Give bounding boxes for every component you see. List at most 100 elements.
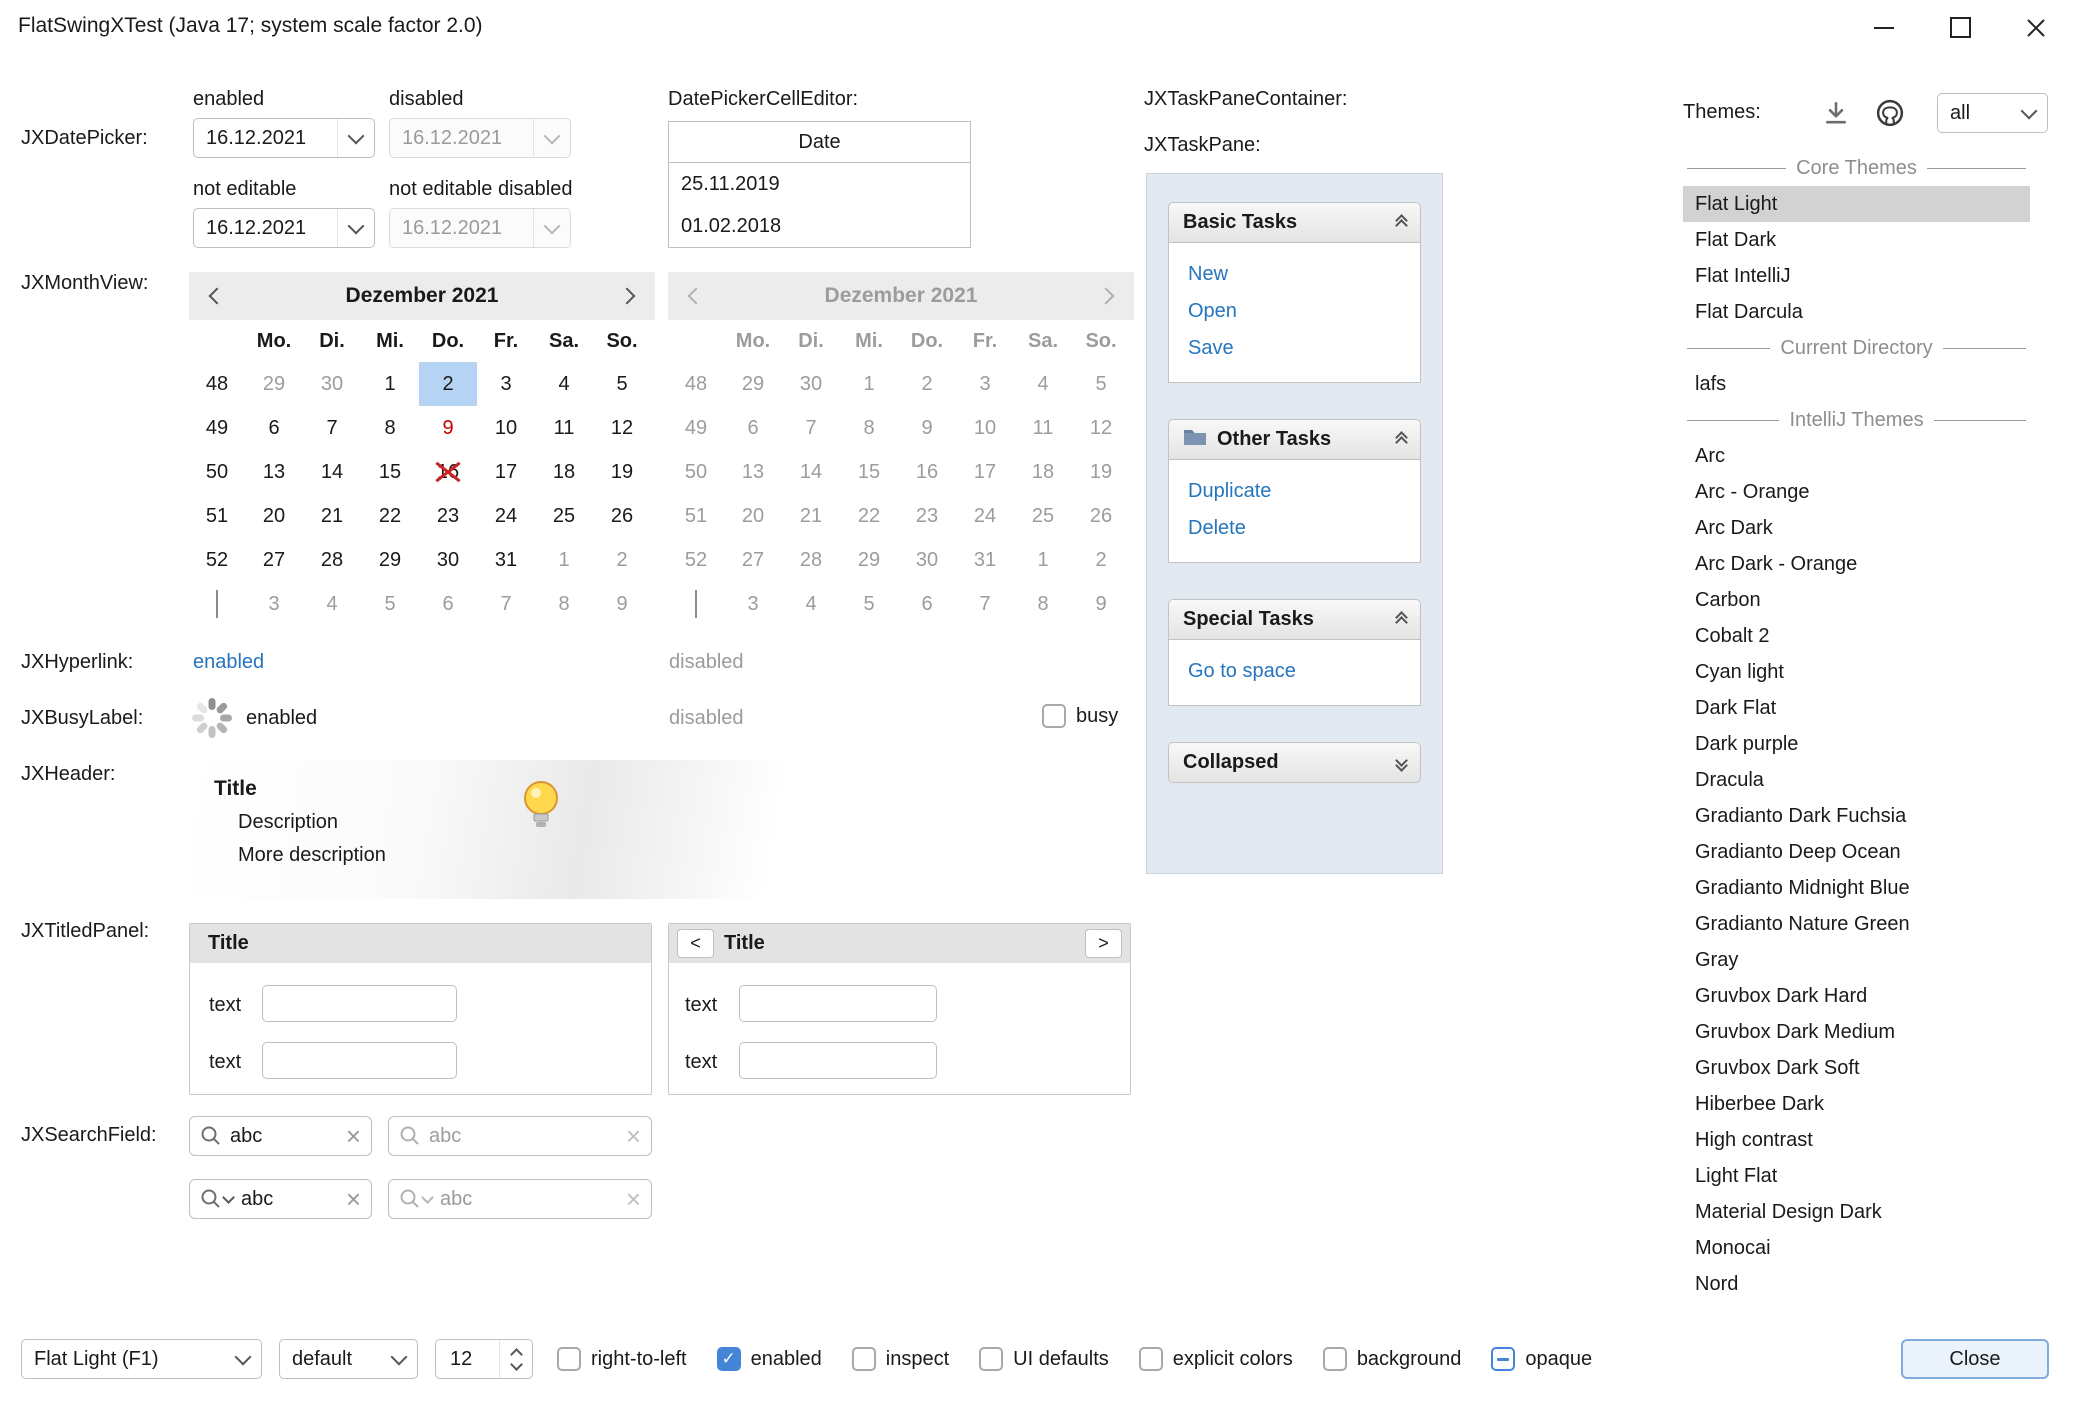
- theme-list[interactable]: Core ThemesFlat LightFlat DarkFlat Intel…: [1683, 150, 2030, 1292]
- minimize-button[interactable]: [1846, 0, 1922, 55]
- checkbox-box[interactable]: [1323, 1347, 1347, 1371]
- theme-list-item[interactable]: Nord: [1683, 1266, 2030, 1292]
- theme-list-item[interactable]: Dracula: [1683, 762, 2030, 798]
- day-cell[interactable]: 30: [303, 362, 361, 406]
- combo-value[interactable]: Flat Light (F1): [22, 1348, 225, 1371]
- day-cell[interactable]: 26: [593, 494, 651, 538]
- checkbox-box[interactable]: [979, 1347, 1003, 1371]
- clear-icon[interactable]: ×: [346, 1186, 361, 1212]
- day-cell[interactable]: 7: [303, 406, 361, 450]
- collapse-icon[interactable]: [1397, 615, 1406, 625]
- taskpane-link[interactable]: Duplicate: [1188, 473, 1401, 510]
- next-button[interactable]: >: [1085, 929, 1122, 958]
- text-input-1[interactable]: [262, 985, 457, 1022]
- chevron-down-icon[interactable]: [381, 1340, 417, 1378]
- close-window-button[interactable]: [1998, 0, 2074, 55]
- checkbox-box[interactable]: ✓: [717, 1347, 741, 1371]
- theme-list-item[interactable]: Monocai: [1683, 1230, 2030, 1266]
- github-icon[interactable]: [1866, 93, 1914, 133]
- day-cell[interactable]: 28: [303, 538, 361, 582]
- day-cell[interactable]: 16: [419, 450, 477, 494]
- theme-list-item[interactable]: Gradianto Midnight Blue: [1683, 870, 2030, 906]
- theme-filter-combobox[interactable]: all: [1937, 93, 2048, 133]
- taskpane-header[interactable]: Basic Tasks: [1168, 202, 1421, 243]
- day-cell[interactable]: 1: [535, 538, 593, 582]
- day-cell[interactable]: 20: [245, 494, 303, 538]
- celleditor-table[interactable]: Date 25.11.201901.02.2018: [668, 121, 971, 248]
- checkbox-inspect[interactable]: inspect: [852, 1347, 949, 1371]
- maximize-button[interactable]: [1922, 0, 1998, 55]
- theme-list-item[interactable]: Gruvbox Dark Soft: [1683, 1050, 2030, 1086]
- checkbox-box[interactable]: [1042, 704, 1066, 728]
- taskpane-link[interactable]: New: [1188, 256, 1401, 293]
- day-cell[interactable]: 30: [419, 538, 477, 582]
- day-cell[interactable]: 7: [477, 582, 535, 626]
- theme-list-item[interactable]: Material Design Dark: [1683, 1194, 2030, 1230]
- theme-list-item[interactable]: High contrast: [1683, 1122, 2030, 1158]
- checkbox-box[interactable]: [852, 1347, 876, 1371]
- theme-list-item[interactable]: Carbon: [1683, 582, 2030, 618]
- day-cell[interactable]: 1: [361, 362, 419, 406]
- theme-list-item[interactable]: Flat Darcula: [1683, 294, 2030, 330]
- taskpane-link[interactable]: Go to space: [1188, 653, 1401, 690]
- day-cell[interactable]: 9: [593, 582, 651, 626]
- checkbox-background[interactable]: background: [1323, 1347, 1462, 1371]
- text-input-2[interactable]: [739, 1042, 937, 1079]
- search-field-enabled[interactable]: abc ×: [189, 1116, 372, 1156]
- clear-icon[interactable]: ×: [346, 1123, 361, 1149]
- prev-button[interactable]: <: [677, 929, 714, 958]
- taskpane-link[interactable]: Delete: [1188, 510, 1401, 547]
- checkbox-enabled[interactable]: ✓enabled: [717, 1347, 822, 1371]
- checkbox-box[interactable]: [1491, 1347, 1515, 1371]
- theme-list-item[interactable]: Arc Dark - Orange: [1683, 546, 2030, 582]
- monthview-enabled[interactable]: Dezember 2021Mo.Di.Mi.Do.Fr.Sa.So.482930…: [189, 272, 655, 626]
- table-row[interactable]: 01.02.2018: [669, 205, 970, 247]
- day-cell[interactable]: 3: [477, 362, 535, 406]
- datepicker-not-editable[interactable]: 16.12.2021: [193, 208, 375, 248]
- day-cell[interactable]: 13: [245, 450, 303, 494]
- theme-list-item[interactable]: lafs: [1683, 366, 2030, 402]
- theme-list-item[interactable]: Gruvbox Dark Hard: [1683, 978, 2030, 1014]
- hyperlink-enabled[interactable]: enabled: [193, 651, 264, 674]
- theme-list-item[interactable]: Cyan light: [1683, 654, 2030, 690]
- checkbox-explicit-colors[interactable]: explicit colors: [1139, 1347, 1293, 1371]
- theme-list-item[interactable]: Arc: [1683, 438, 2030, 474]
- collapse-icon[interactable]: [1397, 435, 1406, 445]
- day-cell[interactable]: 8: [361, 406, 419, 450]
- chevron-down-icon[interactable]: [2011, 94, 2047, 132]
- theme-list-item[interactable]: Flat Dark: [1683, 222, 2030, 258]
- day-cell[interactable]: 6: [245, 406, 303, 450]
- theme-list-item[interactable]: Gray: [1683, 942, 2030, 978]
- day-cell[interactable]: 18: [535, 450, 593, 494]
- day-cell[interactable]: 8: [535, 582, 593, 626]
- datepicker-enabled[interactable]: 16.12.2021: [193, 118, 375, 158]
- day-cell[interactable]: 3: [245, 582, 303, 626]
- day-cell[interactable]: 10: [477, 406, 535, 450]
- day-cell[interactable]: 27: [245, 538, 303, 582]
- taskpane-header[interactable]: Special Tasks: [1168, 599, 1421, 640]
- checkbox-box[interactable]: [1139, 1347, 1163, 1371]
- day-cell[interactable]: 12: [593, 406, 651, 450]
- day-cell[interactable]: 14: [303, 450, 361, 494]
- checkbox-opaque[interactable]: opaque: [1491, 1347, 1592, 1371]
- day-cell[interactable]: 21: [303, 494, 361, 538]
- taskpane-header[interactable]: Collapsed: [1168, 742, 1421, 783]
- combo-value[interactable]: all: [1938, 102, 2011, 125]
- datepicker-value[interactable]: 16.12.2021: [194, 127, 337, 150]
- day-cell[interactable]: 9: [419, 406, 477, 450]
- checkbox-ui-defaults[interactable]: UI defaults: [979, 1347, 1109, 1371]
- theme-list-item[interactable]: Gruvbox Dark Medium: [1683, 1014, 2030, 1050]
- theme-list-item[interactable]: Cobalt 2: [1683, 618, 2030, 654]
- theme-list-item[interactable]: Gradianto Dark Fuchsia: [1683, 798, 2030, 834]
- day-cell[interactable]: 2: [593, 538, 651, 582]
- next-month-button[interactable]: [607, 276, 647, 316]
- day-cell[interactable]: 25: [535, 494, 593, 538]
- theme-list-item[interactable]: Dark purple: [1683, 726, 2030, 762]
- theme-list-item[interactable]: Flat IntelliJ: [1683, 258, 2030, 294]
- day-cell[interactable]: 17: [477, 450, 535, 494]
- day-cell[interactable]: 22: [361, 494, 419, 538]
- theme-list-item[interactable]: Gradianto Deep Ocean: [1683, 834, 2030, 870]
- theme-list-item[interactable]: Dark Flat: [1683, 690, 2030, 726]
- expand-icon[interactable]: [1397, 758, 1406, 768]
- theme-list-item[interactable]: Flat Light: [1683, 186, 2030, 222]
